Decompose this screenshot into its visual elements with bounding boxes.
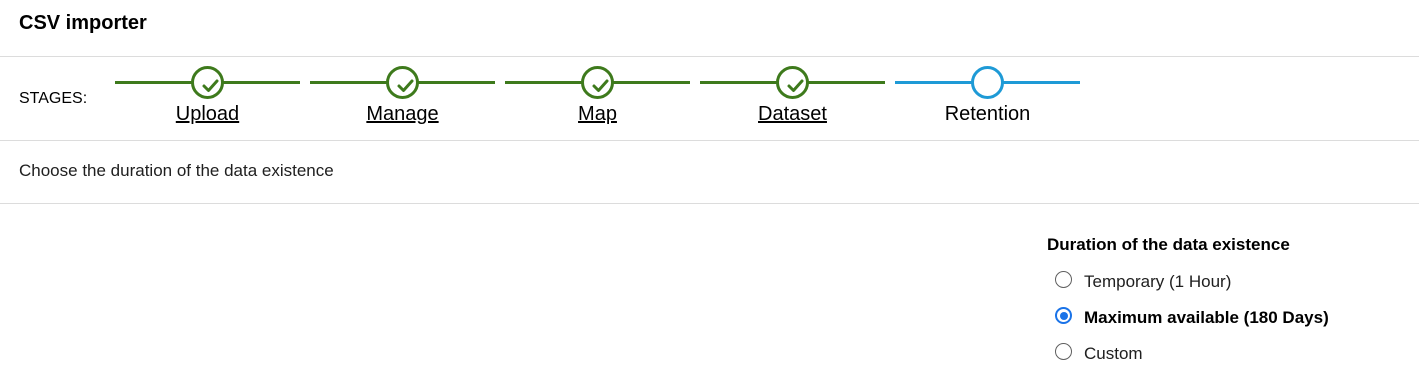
stages-progress-bar: STAGES: Upload Manage Map Dataset Retent… — [0, 57, 1419, 141]
stage-label-map[interactable]: Map — [505, 104, 690, 124]
stages-label: STAGES: — [19, 90, 88, 107]
duration-section: Duration of the data existence Temporary… — [1047, 235, 1407, 371]
radio-label-maximum[interactable]: Maximum available (180 Days) — [1084, 308, 1329, 328]
csv-importer-page: CSV importer STAGES: Upload Manage Map D… — [0, 0, 1419, 386]
stage-manage[interactable]: Manage — [310, 57, 495, 141]
check-icon — [386, 66, 419, 99]
stage-dataset[interactable]: Dataset — [700, 57, 885, 141]
radio-custom[interactable] — [1055, 343, 1072, 360]
instruction-row: Choose the duration of the data existenc… — [0, 141, 1419, 204]
radio-temporary[interactable] — [1055, 271, 1072, 288]
stage-label-manage[interactable]: Manage — [310, 104, 495, 124]
stage-label-upload[interactable]: Upload — [115, 104, 300, 124]
duration-title: Duration of the data existence — [1047, 235, 1290, 254]
page-title: CSV importer — [19, 12, 147, 34]
radio-label-temporary[interactable]: Temporary (1 Hour) — [1084, 272, 1231, 292]
check-icon — [191, 66, 224, 99]
radio-label-custom[interactable]: Custom — [1084, 344, 1143, 364]
stage-label-retention: Retention — [944, 103, 1031, 125]
check-icon — [581, 66, 614, 99]
page-header: CSV importer — [0, 0, 1419, 57]
check-icon — [776, 66, 809, 99]
duration-option-temporary[interactable]: Temporary (1 Hour) — [1047, 263, 1407, 299]
duration-option-custom[interactable]: Custom — [1047, 335, 1407, 371]
instruction-text: Choose the duration of the data existenc… — [19, 161, 334, 180]
radio-maximum[interactable] — [1055, 307, 1072, 324]
stage-upload[interactable]: Upload — [115, 57, 300, 141]
stage-label-dataset[interactable]: Dataset — [700, 104, 885, 124]
stage-retention: Retention — [895, 57, 1080, 141]
duration-options: Temporary (1 Hour) Maximum available (18… — [1047, 263, 1407, 371]
duration-option-maximum[interactable]: Maximum available (180 Days) — [1047, 299, 1407, 335]
stage-map[interactable]: Map — [505, 57, 690, 141]
circle-icon — [971, 66, 1004, 99]
